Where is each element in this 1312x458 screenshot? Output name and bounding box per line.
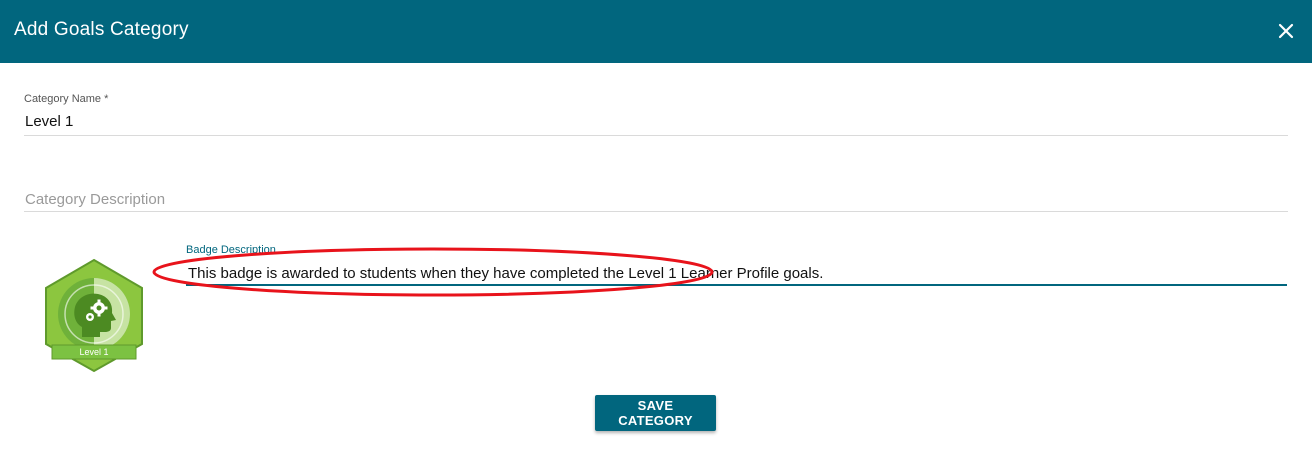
close-button[interactable] (1272, 17, 1300, 45)
category-description-input[interactable]: Category Description (25, 191, 165, 208)
badge-label: Level 1 (79, 347, 109, 357)
dialog-title: Add Goals Category (14, 19, 189, 40)
badge-description-label: Badge Description (186, 244, 276, 256)
badge-description-input[interactable] (186, 262, 1287, 286)
category-name-underline (24, 135, 1288, 136)
category-name-input[interactable]: Level 1 (25, 113, 73, 130)
badge-image[interactable]: Level 1 (42, 257, 146, 373)
dialog-header: Add Goals Category (0, 0, 1312, 63)
save-category-button[interactable]: SAVE CATEGORY (595, 395, 716, 431)
close-icon[interactable] (1272, 17, 1300, 45)
category-name-label: Category Name * (24, 93, 109, 105)
category-description-underline (24, 211, 1288, 212)
